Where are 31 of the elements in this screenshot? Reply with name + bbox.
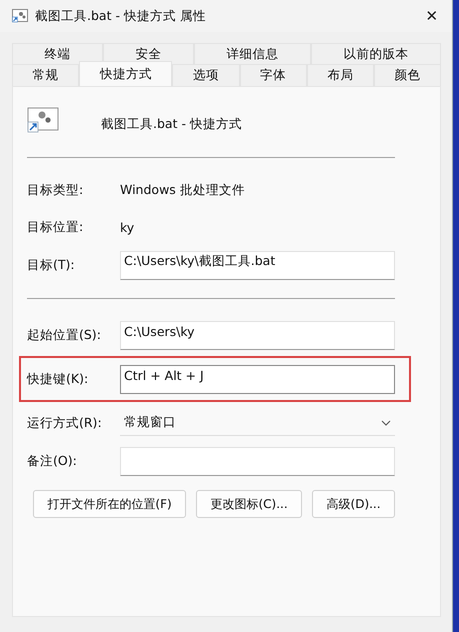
target-field[interactable]: C:\Users\ky\截图工具.bat <box>120 250 395 280</box>
chevron-down-icon <box>381 420 391 426</box>
field-label: 快捷键(K): <box>27 370 90 388</box>
tab[interactable]: 终端 <box>12 43 103 64</box>
shortcut-file-icon <box>12 9 28 23</box>
tab[interactable]: 常规 <box>12 64 80 86</box>
field-value: Windows 批处理文件 <box>120 182 245 199</box>
dialog-button[interactable]: 更改图标(C)... <box>196 490 302 518</box>
tab[interactable]: 布局 <box>306 64 374 86</box>
close-button[interactable]: ✕ <box>412 0 452 32</box>
tab[interactable]: 详细信息 <box>194 43 311 64</box>
dialog-button[interactable]: 高级(D)... <box>312 490 395 518</box>
field-value: ky <box>120 220 134 235</box>
tab[interactable]: 快捷方式 <box>79 61 172 86</box>
tab[interactable]: 选项 <box>172 64 240 86</box>
tab[interactable]: 字体 <box>240 64 307 86</box>
field-label: 起始位置(S): <box>27 326 102 344</box>
window-title: 截图工具.bat - 快捷方式 属性 <box>35 8 207 24</box>
shortcut-name: 截图工具.bat - 快捷方式 <box>101 116 242 132</box>
tab[interactable]: 以前的版本 <box>311 43 441 64</box>
dialog-button[interactable]: 打开文件所在的位置(F) <box>33 490 186 518</box>
field-label: 运行方式(R): <box>27 414 103 432</box>
input-field[interactable]: Ctrl + Alt + J <box>120 364 395 394</box>
input-field[interactable]: C:\Users\ky <box>120 320 395 350</box>
field-label: 备注(O): <box>27 452 78 470</box>
input-field[interactable] <box>120 446 395 476</box>
field-label: 目标(T): <box>27 256 76 274</box>
field-label: 目标类型: <box>27 182 84 199</box>
shortcut-file-icon <box>27 107 59 133</box>
tab[interactable]: 颜色 <box>374 64 442 86</box>
field-label: 目标位置: <box>27 219 84 236</box>
